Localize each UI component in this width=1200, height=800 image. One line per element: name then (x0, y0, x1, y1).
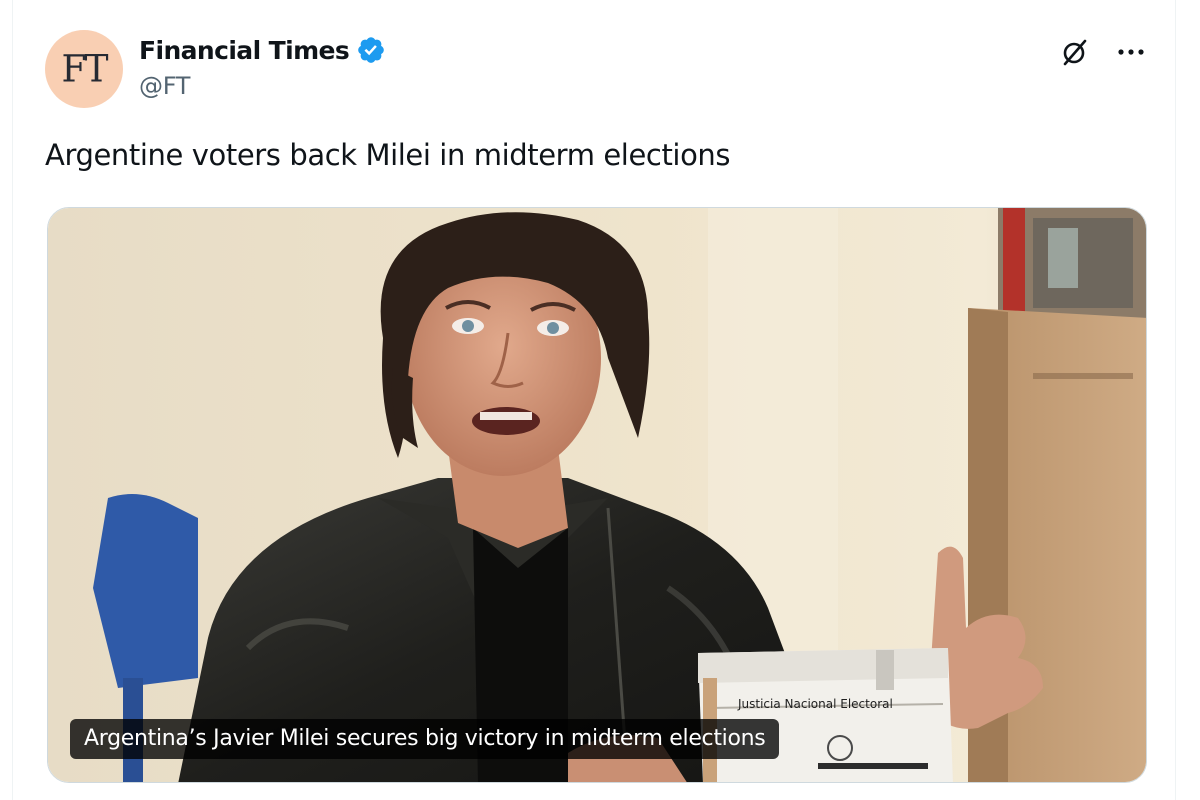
author-avatar[interactable]: FT (45, 30, 123, 108)
news-photo: Justicia Nacional Electoral (48, 208, 1146, 782)
more-options-button[interactable] (1111, 32, 1151, 72)
grok-icon (1063, 39, 1087, 66)
more-options-icon (1118, 49, 1144, 55)
author-display-name[interactable]: Financial Times (139, 36, 350, 65)
author-name-row: Financial Times (139, 30, 386, 70)
post-text: Argentine voters back Milei in midterm e… (45, 138, 731, 172)
avatar-logo-text: FT (61, 47, 109, 91)
media-caption: Argentina’s Javier Milei secures big vic… (70, 719, 780, 759)
grok-button[interactable] (1055, 32, 1095, 72)
post-media-card[interactable]: Justicia Nacional Electoral Argentina’s … (47, 207, 1147, 783)
ballot-box-label: Justicia Nacional Electoral (737, 697, 893, 711)
post-card[interactable]: FT Financial Times @FT Argentine voters … (12, 0, 1176, 800)
next-row-peek (55, 792, 75, 800)
verified-badge-icon[interactable] (356, 35, 386, 65)
author-handle[interactable]: @FT (139, 72, 190, 100)
